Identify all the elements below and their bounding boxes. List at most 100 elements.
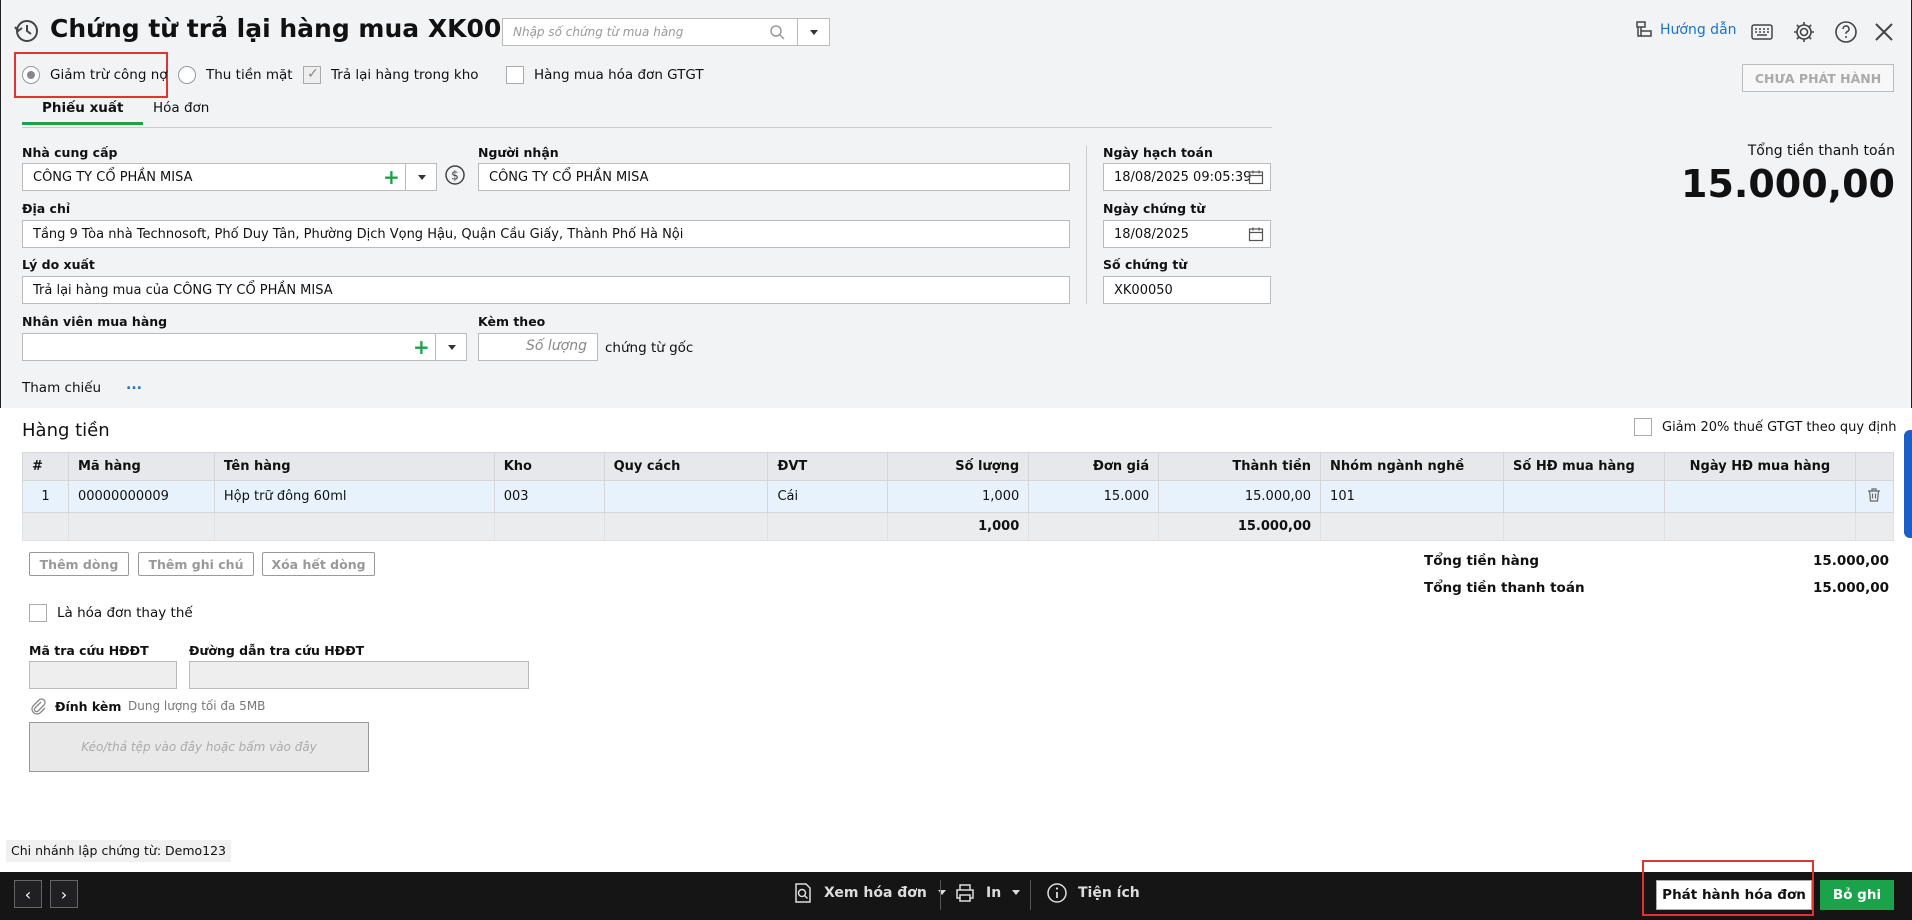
posting-date-label: Ngày hạch toán	[1103, 145, 1213, 160]
voucher-search-input[interactable]: Nhập số chứng từ mua hàng	[502, 18, 830, 46]
lookup-code-field[interactable]	[29, 661, 177, 689]
table-row[interactable]: 1 00000000009 Hộp trữ đông 60ml 003 Cái …	[22, 480, 1895, 513]
col-header[interactable]: Kho	[493, 452, 605, 481]
checkbox-replace-invoice[interactable]	[29, 604, 47, 622]
col-header[interactable]: Ngày HĐ mua hàng	[1663, 452, 1856, 481]
attach-count-field[interactable]: Số lượng	[478, 333, 598, 361]
delete-all-button[interactable]: Xóa hết dòng	[262, 552, 375, 576]
col-header[interactable]: ĐVT	[767, 452, 889, 481]
col-header[interactable]: #	[22, 452, 69, 481]
lookup-url-field[interactable]	[189, 661, 529, 689]
sum-cell	[603, 512, 769, 541]
add-row-button[interactable]: Thêm dòng	[29, 552, 129, 576]
search-dropdown-button[interactable]	[797, 19, 829, 45]
staff-field[interactable]: +	[22, 333, 436, 361]
prev-button[interactable]: ‹	[14, 880, 42, 908]
sum-cell	[1854, 512, 1895, 541]
cell-inv-no[interactable]	[1503, 480, 1665, 513]
attach-count-suffix: chứng từ gốc	[605, 340, 694, 356]
doc-date-field[interactable]: 18/08/2025	[1103, 220, 1271, 248]
receiver-field[interactable]: CÔNG TY CỔ PHẦN MISA	[478, 163, 1070, 191]
info-icon	[1047, 883, 1067, 903]
history-icon[interactable]	[14, 18, 40, 44]
currency-icon[interactable]: $	[444, 164, 466, 186]
col-header[interactable]: Đơn giá	[1028, 452, 1160, 481]
posting-date-field[interactable]: 18/08/2025 09:05:39	[1103, 163, 1271, 191]
publish-invoice-button[interactable]: Phát hành hóa đơn	[1656, 880, 1812, 910]
attachment-hint: Dung lượng tối đa 5MB	[128, 699, 266, 713]
calendar-icon[interactable]	[1248, 169, 1264, 185]
sum-cell	[1503, 512, 1665, 541]
guide-link[interactable]: Hướng dẫn	[1634, 20, 1737, 40]
search-placeholder: Nhập số chứng từ mua hàng	[513, 25, 684, 39]
checkbox-return-stock[interactable]	[303, 66, 321, 84]
col-header[interactable]: Quy cách	[603, 452, 769, 481]
address-field[interactable]: Tầng 9 Tòa nhà Technosoft, Phố Duy Tân, …	[22, 220, 1070, 248]
cell-code[interactable]: 00000000009	[67, 480, 215, 513]
keyboard-icon[interactable]	[1750, 20, 1774, 44]
supplier-dropdown[interactable]	[405, 163, 437, 191]
doc-no-field[interactable]: XK00050	[1103, 276, 1271, 304]
add-note-button[interactable]: Thêm ghi chú	[138, 552, 254, 576]
svg-text:$: $	[451, 169, 459, 183]
option-vat-invoice[interactable]: Hàng mua hóa đơn GTGT	[506, 66, 704, 84]
help-icon[interactable]	[1834, 20, 1858, 44]
option-return-stock[interactable]: Trả lại hàng trong kho	[303, 66, 479, 84]
utilities-button[interactable]: Tiện ích	[1046, 882, 1140, 904]
replace-invoice-option[interactable]: Là hóa đơn thay thế	[29, 604, 193, 622]
cell-qty[interactable]: 1,000	[887, 480, 1030, 513]
cell-warehouse[interactable]: 003	[493, 480, 605, 513]
unpost-button[interactable]: Bỏ ghi	[1820, 880, 1894, 910]
file-drop-zone[interactable]: Kéo/thả tệp vào đây hoặc bấm vào đây	[29, 722, 369, 772]
cell-inv-date[interactable]	[1663, 480, 1856, 513]
col-header[interactable]: Số HĐ mua hàng	[1503, 452, 1665, 481]
next-button[interactable]: ›	[50, 880, 78, 908]
supplier-field[interactable]: CÔNG TY CỔ PHẦN MISA +	[22, 163, 406, 191]
col-header[interactable]: Thành tiền	[1158, 452, 1322, 481]
chevron-down-icon[interactable]	[937, 888, 947, 898]
col-header[interactable]: Mã hàng	[67, 452, 215, 481]
cell-delete[interactable]	[1854, 480, 1895, 513]
tab-hoa-don[interactable]: Hóa đơn	[153, 100, 209, 116]
option-reduce-debt[interactable]: Giảm trừ công nợ	[22, 66, 168, 84]
cell-price[interactable]: 15.000	[1028, 480, 1160, 513]
checkbox-vat-reduce[interactable]	[1634, 418, 1652, 436]
search-icon[interactable]	[769, 24, 785, 40]
col-header[interactable]: Tên hàng	[213, 452, 495, 481]
add-staff-icon[interactable]: +	[413, 337, 430, 357]
calendar-icon[interactable]	[1248, 226, 1264, 242]
chevron-down-icon[interactable]	[1011, 888, 1021, 898]
staff-dropdown[interactable]	[435, 333, 467, 361]
option-cash[interactable]: Thu tiền mặt	[178, 66, 293, 84]
checkbox-vat-invoice[interactable]	[506, 66, 524, 84]
cell-unit[interactable]: Cái	[767, 480, 889, 513]
tab-phieu-xuat[interactable]: Phiếu xuất	[22, 100, 144, 125]
radio-reduce-debt[interactable]	[22, 66, 40, 84]
table-header-row: # Mã hàng Tên hàng Kho Quy cách ĐVT Số l…	[22, 452, 1895, 481]
add-supplier-icon[interactable]: +	[383, 167, 400, 187]
trash-icon[interactable]	[1866, 487, 1882, 503]
sum-cell	[213, 512, 495, 541]
close-icon[interactable]	[1872, 20, 1896, 44]
print-label: In	[986, 885, 1002, 901]
view-invoice-button[interactable]: Xem hóa đơn	[792, 882, 947, 904]
cell-spec[interactable]	[603, 480, 769, 513]
radio-cash[interactable]	[178, 66, 196, 84]
guide-label: Hướng dẫn	[1660, 22, 1737, 38]
cell-amount[interactable]: 15.000,00	[1158, 480, 1322, 513]
reference-link[interactable]: ...	[126, 377, 142, 393]
cell-name[interactable]: Hộp trữ đông 60ml	[213, 480, 495, 513]
print-button[interactable]: In	[954, 882, 1021, 904]
gear-icon[interactable]	[1792, 20, 1816, 44]
cell-industry[interactable]: 101	[1320, 480, 1504, 513]
sum-cell	[22, 512, 69, 541]
supplier-value: CÔNG TY CỔ PHẦN MISA	[33, 170, 193, 185]
col-header[interactable]: Nhóm ngành nghề	[1320, 452, 1504, 481]
reason-field[interactable]: Trả lại hàng mua của CÔNG TY CỔ PHẦN MIS…	[22, 276, 1070, 304]
col-header[interactable]: Số lượng	[887, 452, 1030, 481]
table-sum-row: 1,000 15.000,00	[22, 512, 1895, 541]
section-title: Hàng tiền	[22, 420, 110, 441]
vat-reduce-option[interactable]: Giảm 20% thuế GTGT theo quy định	[1634, 418, 1897, 436]
total-goods-label: Tổng tiền hàng	[1424, 553, 1540, 569]
side-panel-handle[interactable]	[1904, 430, 1912, 538]
